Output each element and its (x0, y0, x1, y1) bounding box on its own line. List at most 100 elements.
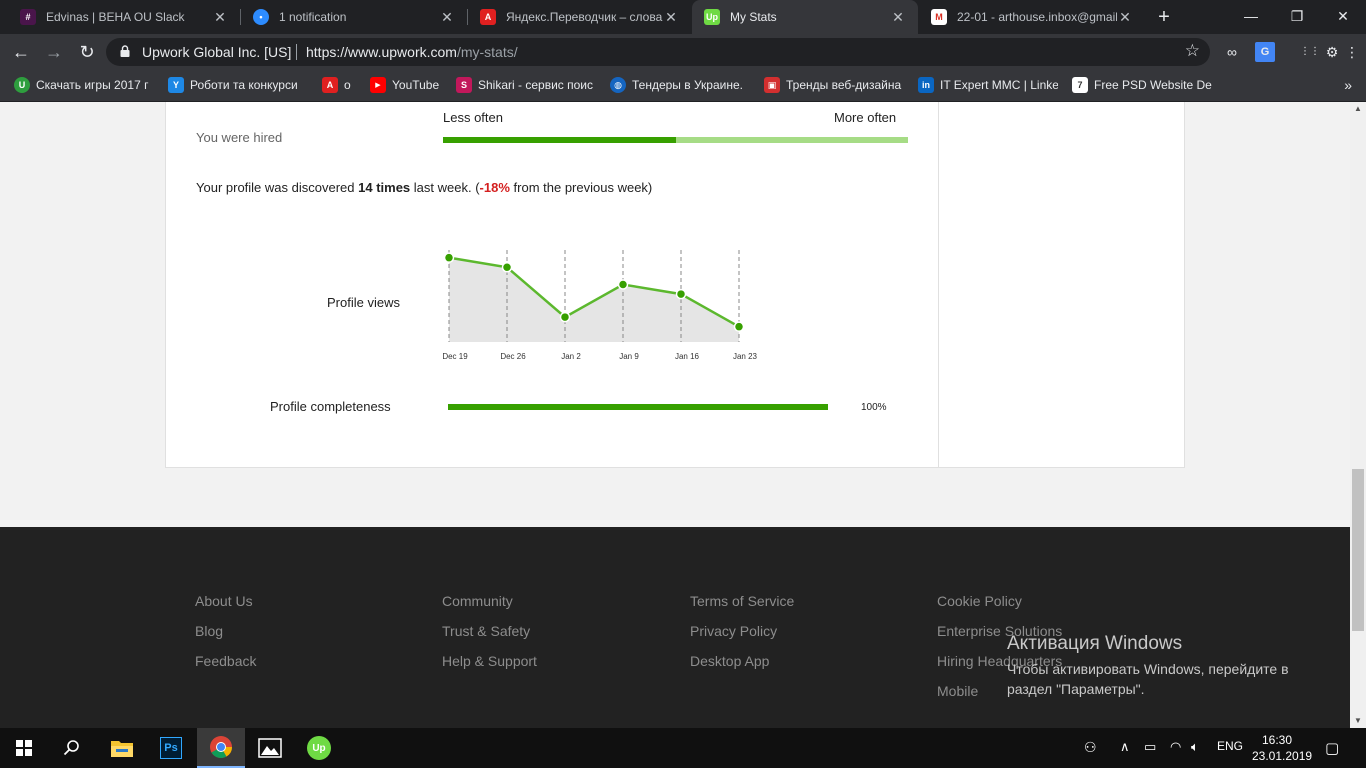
bookmark-item[interactable]: S Shikari - сервис поис (456, 70, 594, 100)
page-scrollbar[interactable]: ▲ ▼ (1350, 102, 1366, 728)
bookmark-item[interactable]: U Скачать игры 2017 г (14, 70, 154, 100)
footer-link-community[interactable]: Community (442, 593, 537, 623)
footer-link-cookie-policy[interactable]: Cookie Policy (937, 593, 1062, 623)
search-icon (63, 740, 79, 756)
file-explorer-button[interactable] (98, 728, 146, 768)
upwork-icon: Up (704, 9, 720, 25)
windows-taskbar: Ps Up ⚇ ∧ ▭ ◠ 🔈︎ ENG 16:30 23.01.2019 ▢ (0, 728, 1366, 768)
discovered-suffix: from the previous week) (513, 180, 653, 195)
scroll-up-arrow-icon[interactable]: ▲ (1350, 102, 1366, 116)
infinity-extension-icon[interactable]: ∞ (1222, 42, 1242, 62)
footer-link-about-us[interactable]: About Us (195, 593, 256, 623)
chart-data-point[interactable] (443, 252, 455, 263)
restore-button[interactable]: ❐ (1274, 0, 1320, 34)
bookmark-item[interactable]: ◍ Тендеры в Украине. (610, 70, 746, 100)
footer-link-help-support[interactable]: Help & Support (442, 653, 537, 683)
chart-data-point[interactable] (733, 321, 745, 332)
bookmark-item[interactable]: A o (322, 70, 358, 100)
chart-data-point[interactable] (617, 279, 629, 290)
chrome-button[interactable] (197, 728, 245, 768)
tab-notification[interactable]: • 1 notification ✕ (241, 0, 467, 34)
profile-completeness-label: Profile completeness (270, 399, 391, 414)
chat-icon: • (253, 9, 269, 25)
close-icon[interactable]: ✕ (663, 9, 679, 26)
url-host: https://www.upwork.com (306, 44, 457, 60)
photos-button[interactable] (246, 728, 294, 768)
hire-frequency-bar (443, 137, 908, 143)
tab-title: Яндекс.Переводчик – словарь (506, 10, 663, 24)
taskbar-clock[interactable]: 16:30 23.01.2019 (1252, 732, 1312, 764)
scroll-down-arrow-icon[interactable]: ▼ (1350, 714, 1366, 728)
footer-link-blog[interactable]: Blog (195, 623, 256, 653)
minimize-button[interactable]: — (1228, 0, 1274, 34)
scrollbar-thumb[interactable] (1352, 469, 1364, 631)
bookmark-label: Скачать игры 2017 г (36, 78, 149, 92)
forward-button[interactable]: → (41, 39, 67, 65)
chart-x-tick-label: Jan 16 (675, 352, 700, 361)
battery-icon[interactable]: ▭ (1144, 739, 1156, 755)
tab-my-stats[interactable]: Up My Stats ✕ (692, 0, 918, 34)
close-icon[interactable]: ✕ (890, 9, 906, 26)
language-indicator[interactable]: ENG (1217, 739, 1243, 753)
discovered-count: 14 times (358, 180, 411, 195)
chart-x-tick-label: Jan 2 (561, 352, 581, 361)
chart-data-point[interactable] (501, 262, 513, 273)
footer-link-trust-safety[interactable]: Trust & Safety (442, 623, 537, 653)
close-icon[interactable]: ✕ (439, 9, 455, 26)
chrome-menu-icon[interactable]: ⋮ (1342, 42, 1362, 62)
discovered-change: -18% (479, 180, 510, 195)
bookmark-item[interactable]: ▣ Тренды веб-дизайна (764, 70, 904, 100)
close-icon[interactable]: ✕ (212, 9, 228, 26)
footer-link-terms[interactable]: Terms of Service (690, 593, 794, 623)
bookmark-item[interactable]: ▶ YouTube (370, 70, 444, 100)
reload-button[interactable]: ↻ (74, 39, 100, 65)
upwork-app-button[interactable]: Up (295, 728, 343, 768)
bookmark-label: Тендеры в Украине. (632, 78, 743, 92)
gmail-icon: M (931, 9, 947, 25)
folder-icon (111, 741, 133, 757)
bookmark-label: YouTube (392, 78, 440, 92)
chart-data-point[interactable] (559, 311, 571, 323)
settings-extension-icon[interactable]: ⚙ (1322, 42, 1342, 62)
back-button[interactable]: ← (8, 39, 34, 65)
photoshop-button[interactable]: Ps (147, 728, 195, 768)
profile-completeness-value: 100% (861, 402, 887, 413)
tab-gmail[interactable]: M 22-01 - arthouse.inbox@gmail.c ✕ (919, 0, 1145, 34)
google-translate-extension-icon[interactable]: G (1255, 42, 1275, 62)
footer-link-desktop-app[interactable]: Desktop App (690, 653, 794, 683)
lock-icon (120, 45, 130, 57)
scale-more-often-label: More often (834, 110, 897, 125)
close-window-button[interactable]: ✕ (1320, 0, 1366, 34)
bookmark-icon: S (456, 77, 472, 93)
close-icon[interactable]: ✕ (1117, 9, 1133, 26)
browser-toolbar: ← → ↻ Upwork Global Inc. [US] https://ww… (0, 34, 1366, 70)
new-tab-button[interactable]: + (1153, 6, 1175, 28)
bookmarks-overflow-button[interactable]: » (1344, 77, 1352, 93)
bookmark-item[interactable]: in IT Expert MMC | Linke (918, 70, 1058, 100)
tab-title: My Stats (730, 10, 777, 24)
slack-icon: # (20, 9, 36, 25)
extensions-icon[interactable]: ⋮⋮ (1300, 42, 1320, 62)
footer-column-1: About Us Blog Feedback (195, 593, 256, 683)
tab-yandex-translate[interactable]: A Яндекс.Переводчик – словарь ✕ (468, 0, 691, 34)
notifications-icon[interactable]: ▢ (1325, 739, 1339, 757)
address-bar[interactable]: Upwork Global Inc. [US] https://www.upwo… (106, 38, 1210, 66)
wifi-icon[interactable]: ◠ (1170, 739, 1181, 755)
chart-data-point[interactable] (675, 288, 687, 300)
bookmark-item[interactable]: Y Роботи та конкурси (168, 70, 304, 100)
search-button[interactable] (48, 728, 96, 768)
footer-link-feedback[interactable]: Feedback (195, 653, 256, 683)
bookmark-item[interactable]: 7 Free PSD Website De (1072, 70, 1212, 100)
hire-frequency-fill (443, 137, 676, 143)
url-path: /my-stats/ (456, 44, 518, 60)
volume-icon[interactable]: 🔈︎ (1191, 739, 1199, 755)
start-button[interactable] (0, 728, 48, 768)
bookmark-label: IT Expert MMC | Linke (940, 78, 1058, 92)
footer-link-privacy[interactable]: Privacy Policy (690, 623, 794, 653)
tab-slack[interactable]: # Edvinas | BEHA OU Slack ✕ (8, 0, 240, 34)
linkedin-icon: in (918, 77, 934, 93)
bookmarks-bar: U Скачать игры 2017 г Y Роботи та конкур… (0, 70, 1366, 102)
bookmark-star-icon[interactable]: ☆ (1185, 41, 1200, 61)
chevron-up-icon[interactable]: ∧ (1120, 739, 1130, 755)
people-icon[interactable]: ⚇ (1084, 739, 1097, 756)
